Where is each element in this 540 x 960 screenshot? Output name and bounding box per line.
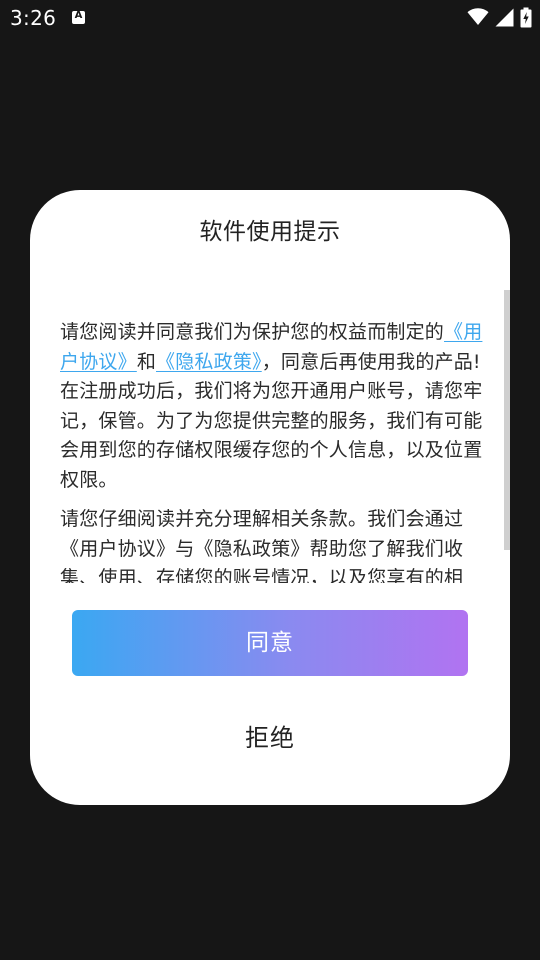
status-bar: 3:26 A xyxy=(0,0,540,36)
dialog-title: 软件使用提示 xyxy=(199,219,341,245)
agree-button[interactable]: 同意 xyxy=(72,610,468,676)
wifi-icon xyxy=(467,8,489,26)
notification-a-icon: A xyxy=(72,10,85,24)
notification-a-letter: A xyxy=(74,10,83,21)
consent-dialog: 软件使用提示 请您阅读并同意我们为保护您的权益而制定的《用户协议》和《隐私政策》… xyxy=(30,190,510,805)
terms-paragraph-2: 请您仔细阅读并充分理解相关条款。我们会通过《用户协议》与《隐私政策》帮助您了解我… xyxy=(60,508,464,583)
status-time: 3:26 xyxy=(10,6,57,30)
status-icons xyxy=(467,6,532,28)
scrollbar[interactable] xyxy=(504,290,510,550)
reject-button[interactable]: 拒绝 xyxy=(170,710,370,766)
terms-paragraph-1-prefix: 请您阅读并同意我们为保护您的权益而制定的 xyxy=(60,321,445,343)
screen: 3:26 A 软件使用提示 请您阅读并同意我们为保护您的权益而制定的《用户协议》… xyxy=(0,0,540,960)
terms-paragraph-1: 请您阅读并同意我们为保护您的权益而制定的《用户协议》和《隐私政策》，同意后再使用… xyxy=(60,318,490,495)
terms-content-scroll[interactable]: 请您阅读并同意我们为保护您的权益而制定的《用户协议》和《隐私政策》，同意后再使用… xyxy=(60,318,490,583)
privacy-policy-link[interactable]: 《隐私政策》 xyxy=(156,351,262,373)
terms-connector: 和 xyxy=(136,350,157,373)
signal-icon xyxy=(495,8,514,26)
battery-icon xyxy=(520,7,532,27)
